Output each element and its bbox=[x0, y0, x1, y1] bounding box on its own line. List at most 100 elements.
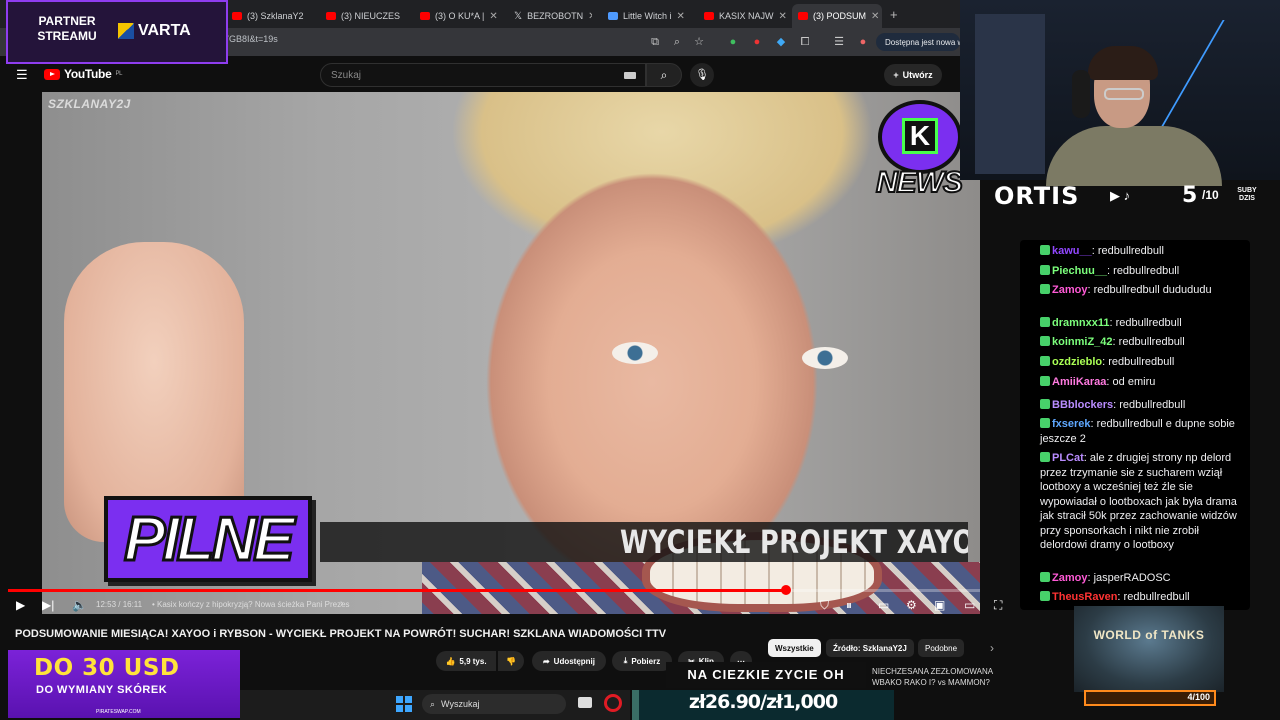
url-text[interactable]: 7GB8I&t=19s bbox=[224, 34, 278, 44]
chat-username[interactable]: Zamoy bbox=[1052, 572, 1087, 584]
chat-username[interactable]: BBblockers bbox=[1052, 399, 1113, 411]
new-tab-icon[interactable]: + bbox=[890, 7, 898, 22]
volume-icon[interactable]: 🔈 bbox=[72, 598, 87, 612]
chip-source[interactable]: Źródło: SzklanaY2J bbox=[826, 639, 914, 657]
chat-text: redbullredbull bbox=[1097, 245, 1164, 257]
subs-today-goal: /10 bbox=[1202, 188, 1219, 202]
play-icon[interactable]: ▶ bbox=[16, 598, 25, 612]
download-icon: ⤓ bbox=[623, 656, 628, 665]
reading-list-icon[interactable]: ☰ bbox=[832, 35, 846, 49]
extension-icon[interactable]: ● bbox=[750, 35, 764, 49]
browser-tab[interactable]: 𝕏BEZROBOTN✕ bbox=[508, 4, 592, 28]
keyboard-icon[interactable] bbox=[624, 72, 636, 79]
taskbar-search[interactable]: ⌕ Wyszukaj bbox=[422, 694, 566, 714]
close-icon[interactable]: ✕ bbox=[489, 11, 497, 22]
chat-message: Zamoy: jasperRADOSC bbox=[1040, 571, 1245, 586]
chat-text: redbullredbull bbox=[1115, 317, 1182, 329]
wot-goal-count: 4/100 bbox=[1187, 692, 1210, 702]
bookmark-star-icon[interactable]: ☆ bbox=[692, 35, 706, 49]
youtube-favicon-icon bbox=[232, 12, 242, 20]
video-frame-eye bbox=[612, 342, 658, 364]
browser-tab[interactable]: (3) O KU*A | ✕ bbox=[414, 4, 498, 28]
hamburger-menu-icon[interactable]: ☰ bbox=[16, 67, 28, 83]
theater-mode-icon[interactable]: ▭ bbox=[964, 598, 975, 612]
profile-avatar-icon[interactable]: ● bbox=[856, 35, 870, 49]
chat-message: koinmiZ_42: redbullredbull bbox=[1040, 335, 1245, 350]
dislike-button[interactable]: 👎 bbox=[498, 651, 524, 671]
pilne-text: PILNE bbox=[123, 504, 297, 576]
like-button[interactable]: 👍 5,9 tys. bbox=[436, 651, 496, 671]
close-icon[interactable]: ✕ bbox=[677, 11, 685, 22]
search-input[interactable]: Szukaj bbox=[320, 63, 646, 87]
chat-text: redbullredbull bbox=[1123, 591, 1190, 603]
browser-tab[interactable]: (3) NIEUCZES✕ bbox=[320, 4, 404, 28]
chip-related[interactable]: Podobne bbox=[918, 639, 965, 657]
chat-username[interactable]: Zamoy bbox=[1052, 284, 1087, 296]
chat-message: TheusRaven: redbullredbull bbox=[1040, 590, 1245, 605]
browser-tab-active[interactable]: (3) PODSUM ✕ bbox=[792, 4, 882, 28]
miniplayer-icon[interactable]: ▣ bbox=[934, 598, 945, 612]
chat-username[interactable]: dramnxx11 bbox=[1052, 317, 1109, 329]
chat-username[interactable]: fxserek bbox=[1052, 418, 1091, 430]
autoplay-toggle-icon[interactable]: ⏸ bbox=[846, 598, 852, 613]
webcam-person-hair bbox=[1088, 46, 1158, 80]
settings-gear-icon[interactable]: ⚙ bbox=[906, 598, 917, 612]
close-icon[interactable]: ✕ bbox=[779, 11, 787, 22]
social-icons: ▶ ♪ bbox=[1110, 188, 1130, 204]
chat-badge-icon bbox=[1040, 376, 1050, 386]
task-view-icon[interactable] bbox=[578, 697, 592, 708]
browser-tab[interactable]: KASIX NAJW ✕ bbox=[698, 4, 788, 28]
chat-message: PLCat: ale z drugiej strony np delord pr… bbox=[1040, 452, 1237, 551]
search-button[interactable]: ⌕ bbox=[646, 63, 682, 87]
donation-goal-title: NA CIEZKIE ZYCIE OH bbox=[666, 662, 866, 688]
chapter-title[interactable]: • Kasix kończy z hipokryzją? Nowa ścieżk… bbox=[152, 600, 350, 609]
opera-icon[interactable] bbox=[604, 694, 622, 712]
shield-icon[interactable]: ⛉ bbox=[820, 598, 829, 613]
chat-text: ale z drugiej strony np delord przez trz… bbox=[1040, 452, 1237, 551]
create-button[interactable]: + Utwórz bbox=[884, 64, 942, 86]
chip-all[interactable]: Wszystkie bbox=[768, 639, 821, 657]
chevron-right-icon[interactable]: › bbox=[990, 641, 994, 655]
chat-username[interactable]: Piechuu__ bbox=[1052, 265, 1107, 277]
youtube-favicon-icon bbox=[326, 12, 336, 20]
close-icon[interactable]: ✕ bbox=[588, 11, 592, 22]
chat-message: AmiiKaraa: od emiru bbox=[1040, 375, 1245, 390]
next-icon[interactable]: ▶| bbox=[42, 598, 54, 612]
download-button[interactable]: ⤓ Pobierz bbox=[612, 651, 672, 671]
chat-badge-icon bbox=[1040, 452, 1050, 462]
partner-label: PARTNER STREAMU bbox=[37, 14, 97, 43]
zoom-icon[interactable]: ⌕ bbox=[670, 35, 684, 49]
chat-username[interactable]: AmiiKaraa bbox=[1052, 376, 1106, 388]
chat-username[interactable]: PLCat bbox=[1052, 452, 1084, 464]
chevron-right-icon[interactable]: › bbox=[340, 598, 343, 609]
close-icon[interactable]: ✕ bbox=[871, 11, 879, 22]
youtube-icon: ▶ bbox=[1110, 188, 1120, 203]
fullscreen-icon[interactable]: ⛶ bbox=[994, 598, 1002, 613]
chat-username[interactable]: ozdzieblo bbox=[1052, 356, 1102, 368]
search-icon: ⌕ bbox=[430, 698, 436, 709]
share-button[interactable]: ➦ Udostępnij bbox=[532, 651, 606, 671]
subtitles-icon[interactable]: ▭ bbox=[878, 598, 889, 612]
plus-icon: + bbox=[893, 70, 899, 80]
youtube-logo[interactable]: YouTube PL bbox=[44, 67, 122, 81]
progress-scrubber[interactable] bbox=[780, 585, 791, 595]
streamer-name: ORTIS bbox=[994, 182, 1080, 210]
varta-logo: VARTA bbox=[118, 22, 191, 40]
install-app-icon[interactable]: ⧉ bbox=[648, 35, 662, 49]
browser-tab[interactable]: (3) SzklanaY2✕ bbox=[226, 4, 308, 28]
voice-search-button[interactable]: 🎙 bbox=[690, 63, 714, 87]
chat-text: jasperRADOSC bbox=[1093, 572, 1171, 584]
chat-badge-icon bbox=[1040, 245, 1050, 255]
chat-username[interactable]: koinmiZ_42 bbox=[1052, 336, 1113, 348]
browser-tab[interactable]: Little Witch i ✕ bbox=[602, 4, 690, 28]
windows-start-icon[interactable] bbox=[396, 696, 412, 712]
extension-icon[interactable]: ● bbox=[726, 35, 740, 49]
chat-username[interactable]: kawu__ bbox=[1052, 245, 1092, 257]
extension-icon[interactable]: ◆ bbox=[774, 35, 788, 49]
update-available-pill[interactable]: Dostępna jest nowa w bbox=[876, 33, 960, 51]
search-icon: ⌕ bbox=[660, 68, 668, 82]
ad-headline: DO 30 USD bbox=[34, 655, 180, 681]
extensions-puzzle-icon[interactable]: ⧠ bbox=[798, 35, 812, 49]
chat-username[interactable]: TheusRaven bbox=[1052, 591, 1117, 603]
chat-badge-icon bbox=[1040, 317, 1050, 327]
